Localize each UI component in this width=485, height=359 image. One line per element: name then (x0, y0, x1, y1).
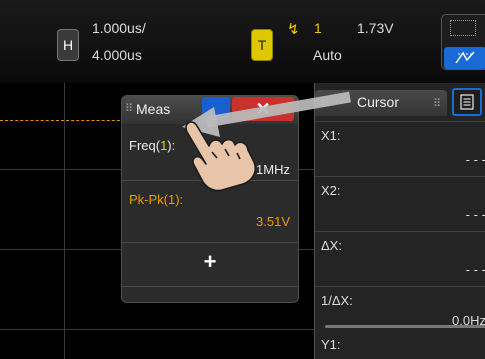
hand-pointer-icon (185, 121, 257, 192)
drag-gesture-overlay (182, 91, 351, 192)
drag-arrow-icon (182, 91, 351, 137)
